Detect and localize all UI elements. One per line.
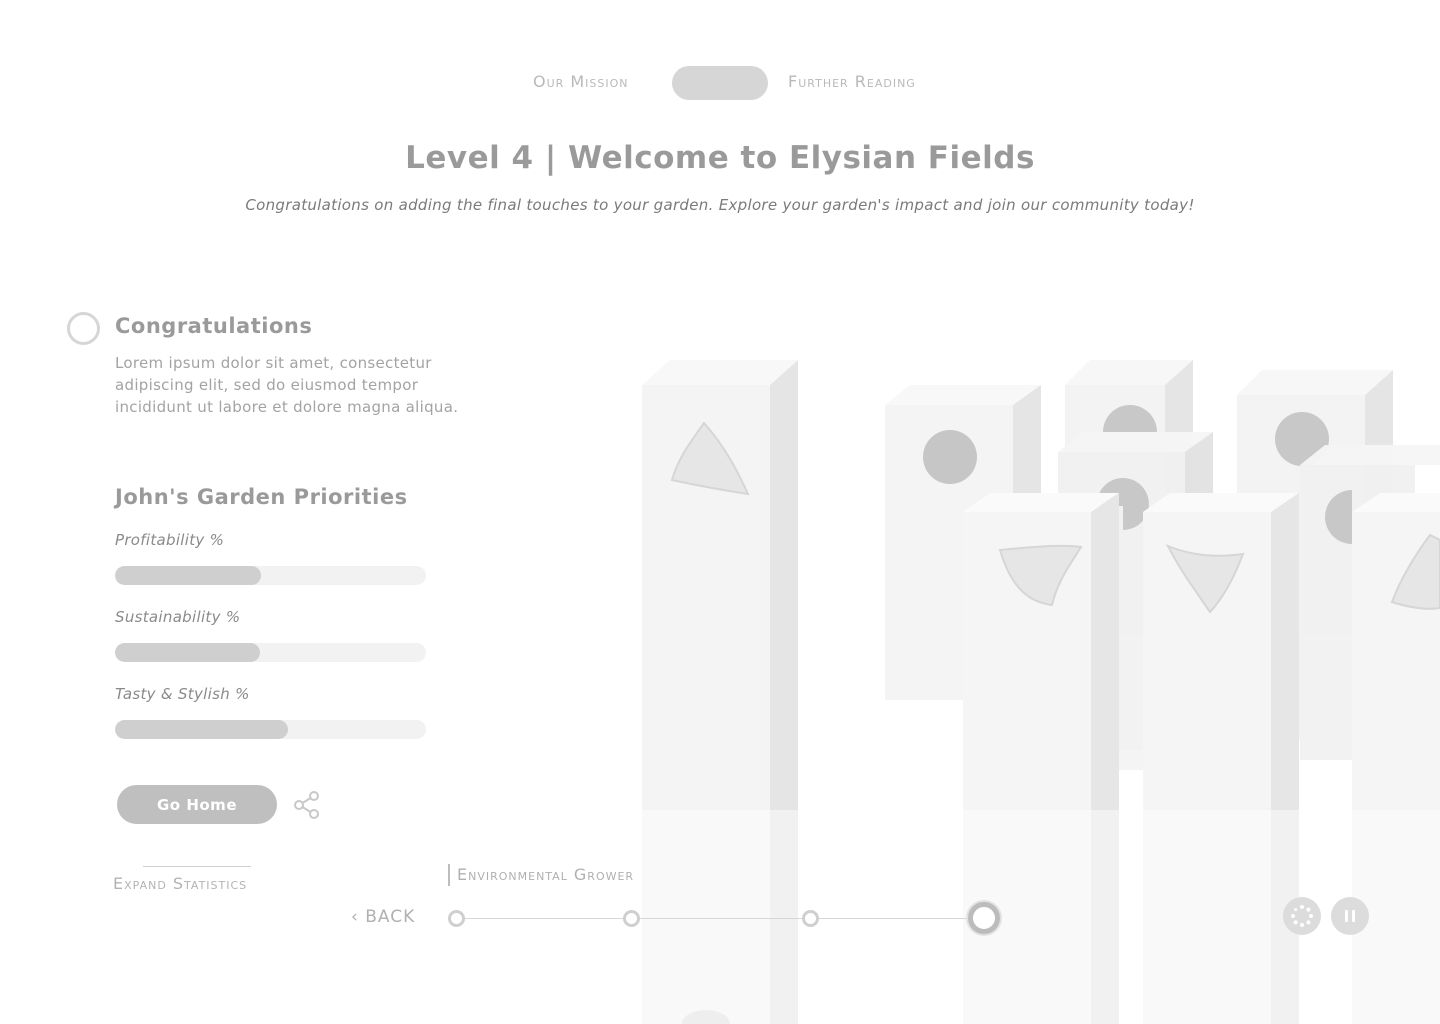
page-subtitle: Congratulations on adding the final touc…	[245, 196, 1195, 214]
timeline-step-2[interactable]	[623, 910, 640, 927]
timeline-track	[457, 918, 983, 919]
share-icon[interactable]	[292, 790, 322, 820]
progress-fill	[115, 720, 288, 739]
stage-label: Environmental Grower	[448, 864, 634, 886]
progress-fill	[115, 566, 262, 585]
progress-bar-profitability	[115, 566, 426, 585]
pause-icon[interactable]	[1331, 897, 1369, 935]
nav-further-reading-link[interactable]: Further Reading	[788, 72, 916, 91]
congratulations-heading: Congratulations	[115, 314, 313, 338]
priorities-heading: John's Garden Priorities	[115, 485, 408, 509]
expand-statistics-link[interactable]: Expand Statistics	[113, 874, 247, 893]
nav-toggle-pill[interactable]	[672, 66, 768, 100]
top-nav: Our Mission Further Reading	[0, 66, 1440, 100]
status-ring-icon	[67, 312, 100, 345]
go-home-button[interactable]: Go Home	[117, 785, 277, 824]
loading-icon[interactable]	[1283, 897, 1321, 935]
timeline-step-3[interactable]	[802, 910, 819, 927]
progress-bar-tasty-stylish	[115, 720, 426, 739]
timeline-step-4-current[interactable]	[968, 902, 1000, 934]
metric-label-tasty-stylish: Tasty & Stylish %	[115, 685, 250, 703]
progress-bar-sustainability	[115, 643, 426, 662]
congratulations-body: Lorem ipsum dolor sit amet, consectetur …	[115, 354, 459, 416]
metric-label-profitability: Profitability %	[115, 531, 225, 549]
page-title: Level 4 | Welcome to Elysian Fields	[405, 140, 1035, 176]
progress-fill	[115, 643, 260, 662]
expand-divider	[143, 866, 251, 867]
metric-label-sustainability: Sustainability %	[115, 608, 241, 626]
timeline-step-1[interactable]	[448, 910, 465, 927]
nav-our-mission-link[interactable]: Our Mission	[533, 72, 629, 91]
back-link[interactable]: ‹ BACK	[351, 907, 415, 927]
